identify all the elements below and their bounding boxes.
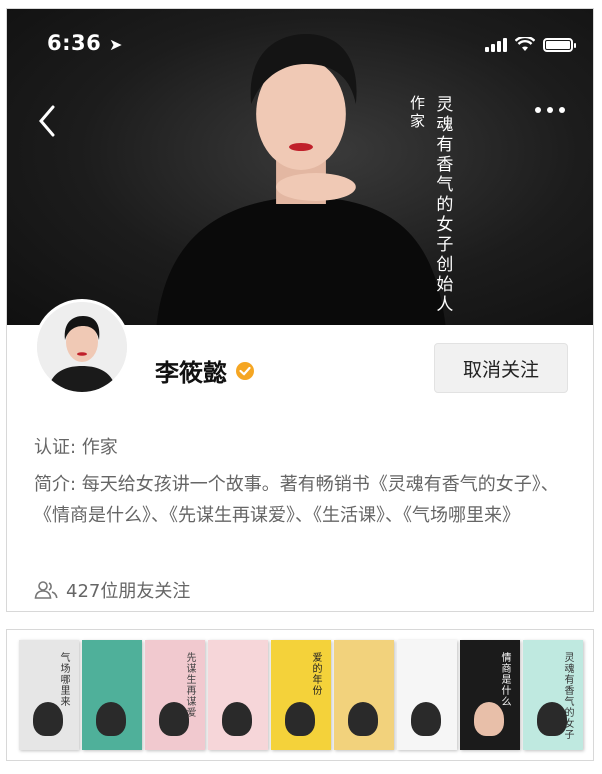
profile-card: 6:36 ➤ 灵魂有香气的女子创始人 作家 李筱懿 取消关注 认证: 作家 简介…: [6, 8, 594, 612]
book-cover[interactable]: 气场哪里来: [19, 640, 79, 750]
more-dots-icon[interactable]: [535, 107, 565, 113]
cover-subtitle: 作家: [408, 95, 426, 131]
book-cover[interactable]: [208, 640, 268, 750]
verified-badge-icon: [236, 361, 254, 380]
profile-name-row: 李筱懿: [155, 353, 255, 388]
book-cover[interactable]: [82, 640, 142, 750]
book-portrait: [474, 702, 504, 736]
location-arrow-icon: ➤: [109, 35, 123, 54]
bio-text: 简介: 每天给女孩讲一个故事。著有畅销书《灵魂有香气的女子》、《情商是什么》、《…: [34, 474, 559, 526]
book-title: 爱的年份: [310, 652, 321, 696]
book-portrait: [348, 702, 378, 736]
friends-following[interactable]: 427位朋友关注: [34, 577, 190, 603]
signal-icon: [485, 37, 507, 52]
book-portrait: [96, 702, 126, 736]
book-list: 气场哪里来 先谋生再谋爱 爱的年份 情商是什么 灵魂有香气的女子: [19, 640, 583, 750]
book-portrait: [411, 702, 441, 736]
books-strip: 气场哪里来 先谋生再谋爱 爱的年份 情商是什么 灵魂有香气的女子: [6, 629, 594, 761]
cover-portrait: [156, 34, 446, 325]
battery-icon: [543, 37, 576, 52]
certification-text: 认证: 作家: [34, 437, 118, 458]
cover-title: 灵魂有香气的女子创始人: [432, 95, 453, 315]
book-portrait: [159, 702, 189, 736]
book-title: 气场哪里来: [58, 652, 69, 707]
wifi-icon: [515, 37, 535, 51]
avatar[interactable]: [34, 299, 130, 395]
book-cover[interactable]: 爱的年份: [271, 640, 331, 750]
friends-following-text: 427位朋友关注: [66, 581, 191, 602]
book-cover[interactable]: 灵魂有香气的女子: [523, 640, 583, 750]
book-portrait: [33, 702, 63, 736]
book-portrait: [537, 702, 567, 736]
book-title: 情商是什么: [499, 652, 510, 707]
profile-name: 李筱懿: [155, 359, 227, 387]
book-portrait: [285, 702, 315, 736]
book-portrait: [222, 702, 252, 736]
status-time: 6:36 ➤: [47, 31, 123, 55]
unfollow-button[interactable]: 取消关注: [434, 343, 568, 393]
book-cover[interactable]: [334, 640, 394, 750]
book-cover[interactable]: 情商是什么: [460, 640, 520, 750]
book-cover[interactable]: 先谋生再谋爱: [145, 640, 205, 750]
cover-image: 6:36 ➤ 灵魂有香气的女子创始人 作家: [7, 9, 593, 325]
people-icon: [34, 581, 58, 599]
status-icons: [485, 37, 576, 52]
chevron-left-icon[interactable]: [33, 101, 59, 141]
book-cover[interactable]: [397, 640, 457, 750]
